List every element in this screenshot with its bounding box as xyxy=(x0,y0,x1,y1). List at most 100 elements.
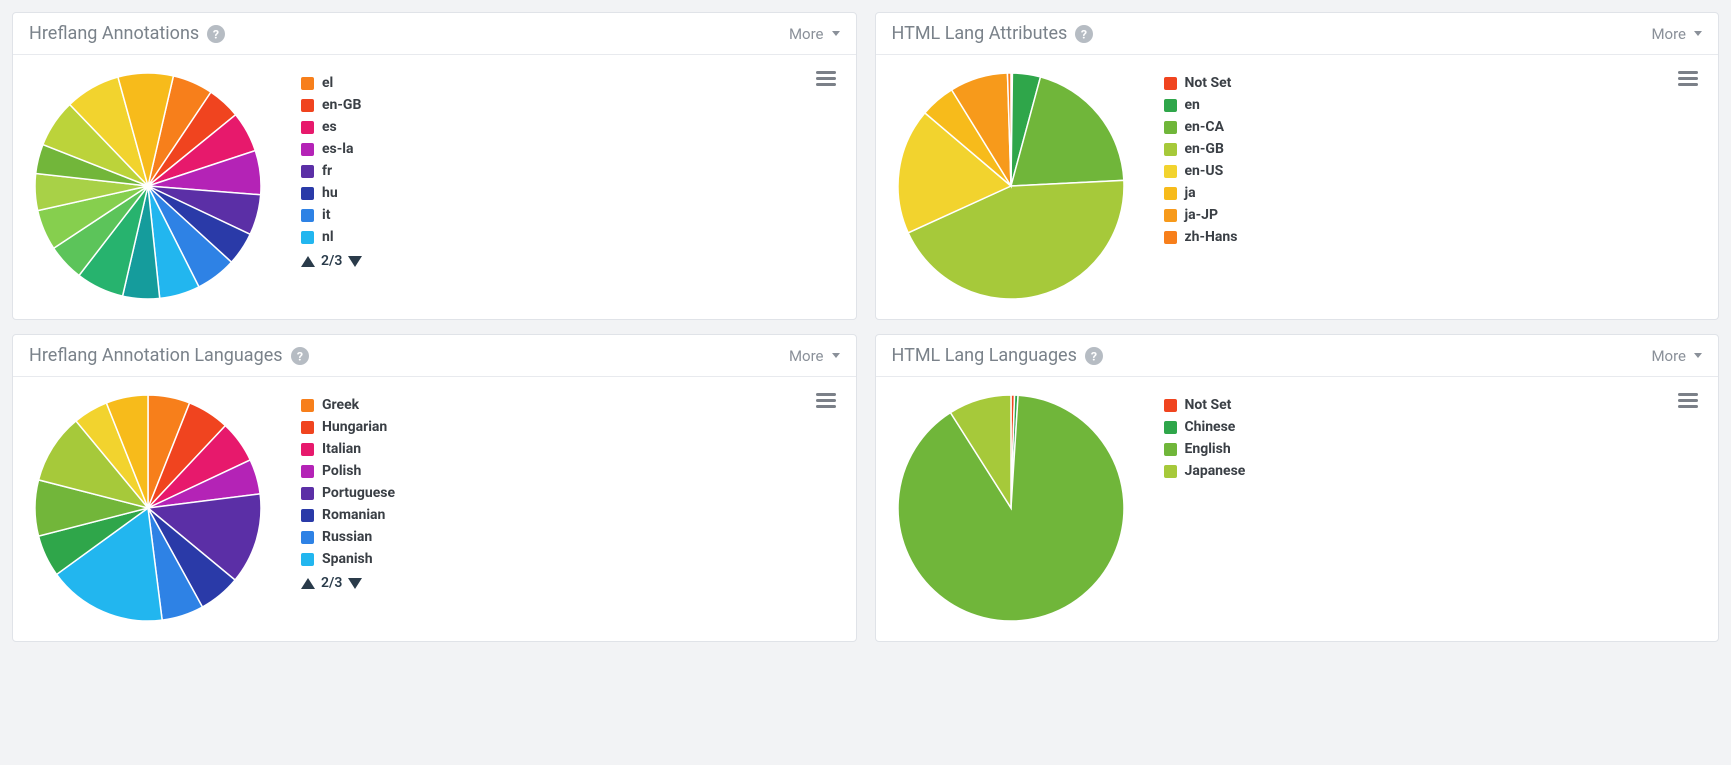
more-label: More xyxy=(789,25,824,43)
legend-item[interactable]: it xyxy=(301,207,362,223)
legend-label: en xyxy=(1185,97,1200,113)
legend-item[interactable]: Not Set xyxy=(1164,75,1238,91)
more-dropdown[interactable]: More xyxy=(789,25,840,43)
legend-item[interactable]: Romanian xyxy=(301,507,395,523)
legend-label: Spanish xyxy=(322,551,373,567)
more-label: More xyxy=(1651,347,1686,365)
legend-swatch xyxy=(301,509,314,522)
card-header: Hreflang Annotation Languages ? More xyxy=(13,335,856,377)
svg-text:?: ? xyxy=(296,350,302,364)
legend-swatch xyxy=(301,443,314,456)
legend-label: hu xyxy=(322,185,338,201)
legend-item[interactable]: en-CA xyxy=(1164,119,1238,135)
legend-swatch xyxy=(1164,209,1177,222)
card-title: Hreflang Annotations xyxy=(29,23,199,44)
legend-swatch xyxy=(1164,99,1177,112)
legend-item[interactable]: es-la xyxy=(301,141,362,157)
help-icon[interactable]: ? xyxy=(1075,25,1093,43)
legend-item[interactable]: Portuguese xyxy=(301,485,395,501)
legend-swatch xyxy=(301,399,314,412)
pager-next-icon[interactable] xyxy=(348,578,362,589)
card-html-lang-languages: HTML Lang Languages ? More Not SetChines… xyxy=(875,334,1720,642)
legend-swatch xyxy=(301,553,314,566)
card-body: el en-GB es es-la fr hu it nl 2/3 xyxy=(13,55,856,319)
legend-label: English xyxy=(1185,441,1231,457)
legend-swatch xyxy=(1164,121,1177,134)
legend-label: Japanese xyxy=(1185,463,1246,479)
pie-chart xyxy=(33,393,263,623)
legend-swatch xyxy=(301,165,314,178)
legend-item[interactable]: ja-JP xyxy=(1164,207,1238,223)
legend-item[interactable]: en xyxy=(1164,97,1238,113)
help-icon[interactable]: ? xyxy=(291,347,309,365)
legend-item[interactable]: Spanish xyxy=(301,551,395,567)
card-body: Greek Hungarian Italian Polish Portuguese Rom… xyxy=(13,377,856,641)
svg-text:?: ? xyxy=(213,28,219,42)
legend-swatch xyxy=(1164,231,1177,244)
legend-pager: 2/3 xyxy=(301,575,395,591)
legend-item[interactable]: zh-Hans xyxy=(1164,229,1238,245)
legend-item[interactable]: Not Set xyxy=(1164,397,1246,413)
legend-item[interactable]: Hungarian xyxy=(301,419,395,435)
legend: Not Set en en-CA en-GB en-US ja ja-JP zh-Hans xyxy=(1164,71,1238,245)
card-hreflang-annotations: Hreflang Annotations ? More el en-GB es es-… xyxy=(12,12,857,320)
legend-item[interactable]: Greek xyxy=(301,397,395,413)
legend-pager: 2/3 xyxy=(301,253,362,269)
legend-label: Hungarian xyxy=(322,419,387,435)
svg-text:?: ? xyxy=(1081,28,1087,42)
pager-prev-icon[interactable] xyxy=(301,256,315,267)
legend-item[interactable]: ja xyxy=(1164,185,1238,201)
legend-swatch xyxy=(301,209,314,222)
legend-item[interactable]: en-US xyxy=(1164,163,1238,179)
legend-swatch xyxy=(301,77,314,90)
caret-down-icon xyxy=(832,31,840,36)
legend-item[interactable]: nl xyxy=(301,229,362,245)
card-html-lang-attributes: HTML Lang Attributes ? More Not Set en en-… xyxy=(875,12,1720,320)
legend-item[interactable]: fr xyxy=(301,163,362,179)
legend-item[interactable]: Polish xyxy=(301,463,395,479)
more-dropdown[interactable]: More xyxy=(1651,25,1702,43)
pager-next-icon[interactable] xyxy=(348,256,362,267)
legend-item[interactable]: Japanese xyxy=(1164,463,1246,479)
legend-label: Romanian xyxy=(322,507,385,523)
more-dropdown[interactable]: More xyxy=(789,347,840,365)
legend: el en-GB es es-la fr hu it nl 2/3 xyxy=(301,71,362,269)
legend-label: fr xyxy=(322,163,332,179)
help-icon[interactable]: ? xyxy=(207,25,225,43)
chart-menu-icon[interactable] xyxy=(1678,393,1698,408)
legend-item[interactable]: es xyxy=(301,119,362,135)
legend-label: en-CA xyxy=(1185,119,1225,135)
legend-label: it xyxy=(322,207,330,223)
pager-prev-icon[interactable] xyxy=(301,578,315,589)
chart-menu-icon[interactable] xyxy=(816,71,836,86)
card-body: Not Set en en-CA en-GB en-US ja ja-JP zh-Hans xyxy=(876,55,1719,319)
legend-item[interactable]: Russian xyxy=(301,529,395,545)
legend-item[interactable]: Chinese xyxy=(1164,419,1246,435)
pager-text: 2/3 xyxy=(321,575,342,591)
legend-swatch xyxy=(1164,77,1177,90)
more-dropdown[interactable]: More xyxy=(1651,347,1702,365)
legend-item[interactable]: English xyxy=(1164,441,1246,457)
legend-item[interactable]: en-GB xyxy=(301,97,362,113)
legend-item[interactable]: en-GB xyxy=(1164,141,1238,157)
legend-item[interactable]: hu xyxy=(301,185,362,201)
legend-label: ja-JP xyxy=(1185,207,1219,223)
pie-chart xyxy=(896,393,1126,623)
card-header: HTML Lang Attributes ? More xyxy=(876,13,1719,55)
legend-label: Italian xyxy=(322,441,361,457)
legend-label: en-US xyxy=(1185,163,1224,179)
legend-label: Not Set xyxy=(1185,397,1232,413)
chart-menu-icon[interactable] xyxy=(816,393,836,408)
legend-swatch xyxy=(1164,421,1177,434)
legend-item[interactable]: el xyxy=(301,75,362,91)
legend-swatch xyxy=(1164,443,1177,456)
card-body: Not Set Chinese English Japanese xyxy=(876,377,1719,641)
legend-label: en-GB xyxy=(322,97,361,113)
legend-label: nl xyxy=(322,229,334,245)
pie-chart xyxy=(896,71,1126,301)
more-label: More xyxy=(789,347,824,365)
help-icon[interactable]: ? xyxy=(1085,347,1103,365)
legend-swatch xyxy=(301,421,314,434)
chart-menu-icon[interactable] xyxy=(1678,71,1698,86)
legend-item[interactable]: Italian xyxy=(301,441,395,457)
